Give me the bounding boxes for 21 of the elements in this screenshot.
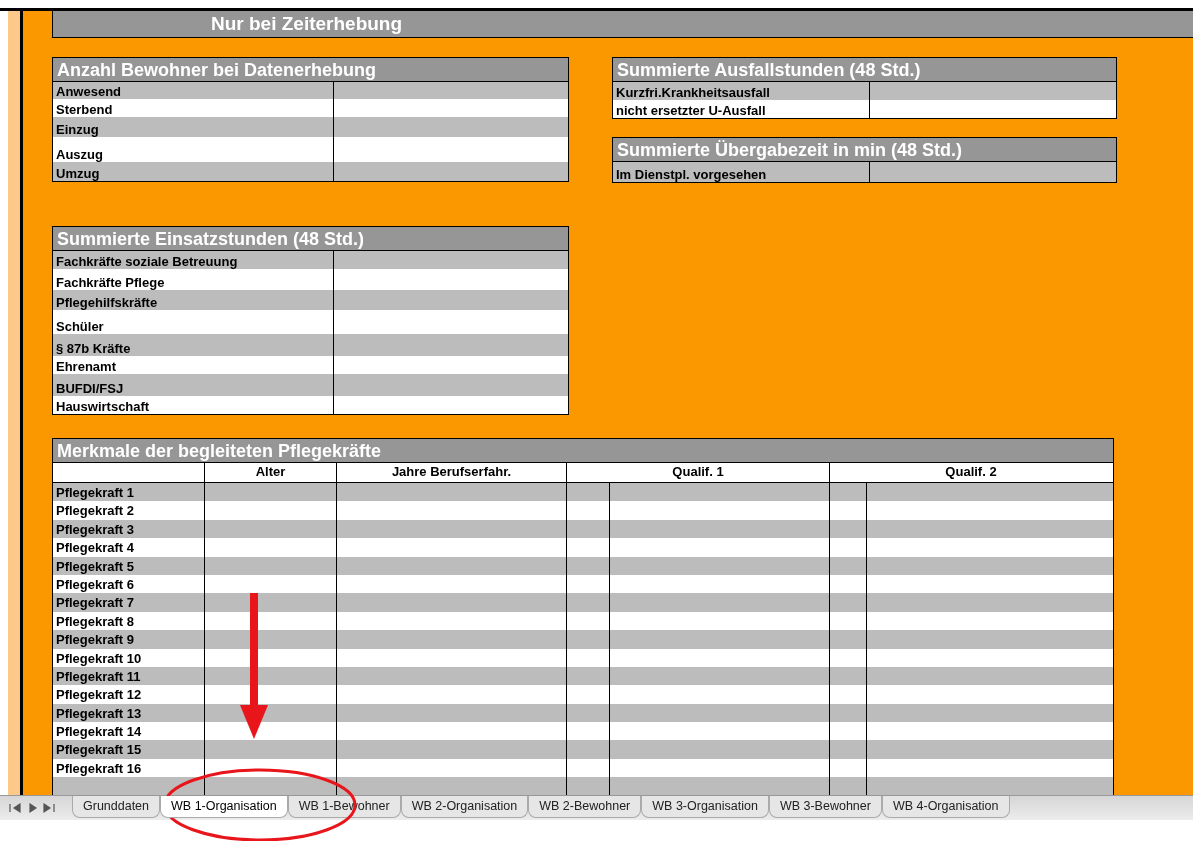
- column-header: Qualif. 2: [944, 463, 998, 481]
- column-header: Qualif. 1: [567, 463, 830, 482]
- table-title: Anzahl Bewohner bei Datenerhebung: [53, 58, 568, 82]
- sheet-tab[interactable]: WB 4-Organisation: [881, 796, 1010, 818]
- table-title: Summierte Übergabezeit in min (48 Std.): [613, 138, 1116, 162]
- sheet-tab[interactable]: WB 2-Organisation: [400, 796, 529, 818]
- column-header: Jahre Berufserfahr.: [337, 463, 567, 482]
- table-title: Merkmale der begleiteten Pflegekräfte: [53, 439, 1113, 463]
- table-title: Summierte Einsatzstunden (48 Std.): [53, 227, 568, 251]
- column-header: Alter: [205, 463, 337, 482]
- table-title: Summierte Ausfallstunden (48 Std.): [613, 58, 1116, 82]
- sheet-tab[interactable]: WB 1-Organisation: [160, 796, 288, 818]
- sheet-tab[interactable]: WB 3-Organisation: [641, 796, 769, 818]
- sheet-tab[interactable]: WB 2-Bewohner: [528, 796, 642, 818]
- sheet-title: Nur bei Zeiterhebung: [52, 11, 1193, 38]
- row-label: Hauswirtschaft: [53, 396, 334, 414]
- row-label: Umzug: [53, 162, 334, 181]
- row-label: nicht ersetzter U-Ausfall: [613, 100, 870, 118]
- row-label: Im Dienstpl. vorgesehen: [613, 162, 870, 182]
- sheet-tab[interactable]: WB 3-Bewohner: [768, 796, 882, 818]
- sheet-tab[interactable]: Grunddaten: [72, 796, 161, 818]
